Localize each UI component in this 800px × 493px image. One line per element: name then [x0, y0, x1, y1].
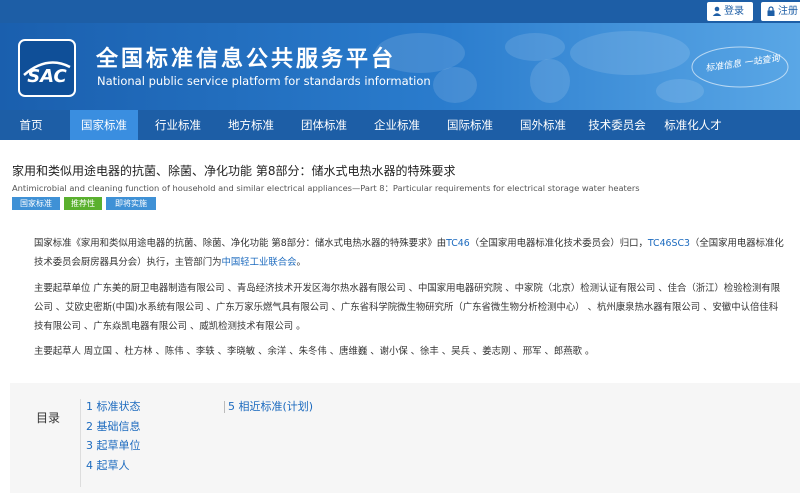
nav-item-technical-committees[interactable]: 技术委员会 — [580, 110, 654, 140]
standard-title: 家用和类似用途电器的抗菌、除菌、净化功能 第8部分：储水式电热水器的特殊要求 — [12, 164, 456, 178]
site-subtitle: National public service platform for sta… — [97, 74, 431, 88]
register-label: 注册 — [778, 6, 798, 17]
toc-label: 目录 — [36, 411, 61, 425]
intro-text-b: （全国家用电器标准化技术委员会）归口， — [469, 238, 648, 249]
badge-upcoming: 即将实施 — [106, 197, 156, 210]
toc-divider — [80, 399, 81, 487]
sac-logo: SAC — [18, 39, 76, 97]
site-title: 全国标准信息公共服务平台 — [96, 47, 397, 72]
nav-item-home[interactable]: 首页 — [0, 110, 62, 140]
nav-item-talent[interactable]: 标准化人才 — [656, 110, 730, 140]
table-of-contents: 目录 1 标准状态 2 基础信息 3 起草单位 4 起草人 5 相近标准(计划) — [10, 383, 800, 493]
standard-title-en: Antimicrobial and cleaning function of h… — [12, 183, 640, 193]
site-banner: SAC 全国标准信息公共服务平台 National public service… — [0, 23, 800, 110]
user-icon — [712, 6, 722, 16]
intro-text-end: 。 — [296, 257, 306, 268]
toc-item-status[interactable]: 1 标准状态 — [86, 398, 141, 414]
nav-item-foreign-standards[interactable]: 国外标准 — [509, 110, 577, 140]
tc46sc3-link[interactable]: TC46SC3 — [648, 238, 690, 249]
top-bar: 登录 注册 — [0, 0, 800, 23]
nav-item-international-standards[interactable]: 国际标准 — [436, 110, 504, 140]
department-link[interactable]: 中国轻工业联合会 — [222, 257, 297, 268]
tc46-link[interactable]: TC46 — [446, 238, 470, 249]
nav-item-enterprise-standards[interactable]: 企业标准 — [363, 110, 431, 140]
login-button[interactable]: 登录 — [707, 2, 753, 21]
main-nav: 首页 国家标准 行业标准 地方标准 团体标准 企业标准 国际标准 国外标准 技术… — [0, 110, 800, 140]
nav-item-industry-standards[interactable]: 行业标准 — [144, 110, 212, 140]
login-label: 登录 — [724, 6, 744, 17]
lock-icon — [767, 6, 775, 16]
nav-item-national-standards[interactable]: 国家标准 — [70, 110, 138, 140]
badge-recommended: 推荐性 — [64, 197, 102, 210]
badge-national-standard: 国家标准 — [12, 197, 60, 210]
toc-item-basic-info[interactable]: 2 基础信息 — [86, 418, 141, 434]
toc-separator — [224, 401, 225, 413]
intro-text-a: 国家标准《家用和类似用途电器的抗菌、除菌、净化功能 第8部分：储水式电热水器的特… — [34, 238, 447, 249]
intro-paragraph-1: 国家标准《家用和类似用途电器的抗菌、除菌、净化功能 第8部分：储水式电热水器的特… — [34, 234, 786, 272]
toc-item-drafting-units[interactable]: 3 起草单位 — [86, 437, 141, 453]
drafting-units-paragraph: 主要起草单位 广东美的厨卫电器制造有限公司 、青岛经济技术开发区海尔热水器有限公… — [34, 283, 781, 332]
register-button[interactable]: 注册 — [761, 2, 800, 21]
nav-item-local-standards[interactable]: 地方标准 — [217, 110, 285, 140]
drafters-paragraph: 主要起草人 周立国 、杜方林 、陈伟 、李轶 、李晓敏 、余洋 、朱冬伟 、唐维… — [34, 346, 595, 357]
toc-item-drafters[interactable]: 4 起草人 — [86, 457, 130, 473]
toc-item-similar-standards[interactable]: 5 相近标准(计划) — [228, 398, 313, 414]
svg-text:SAC: SAC — [27, 66, 67, 87]
nav-item-group-standards[interactable]: 团体标准 — [290, 110, 358, 140]
